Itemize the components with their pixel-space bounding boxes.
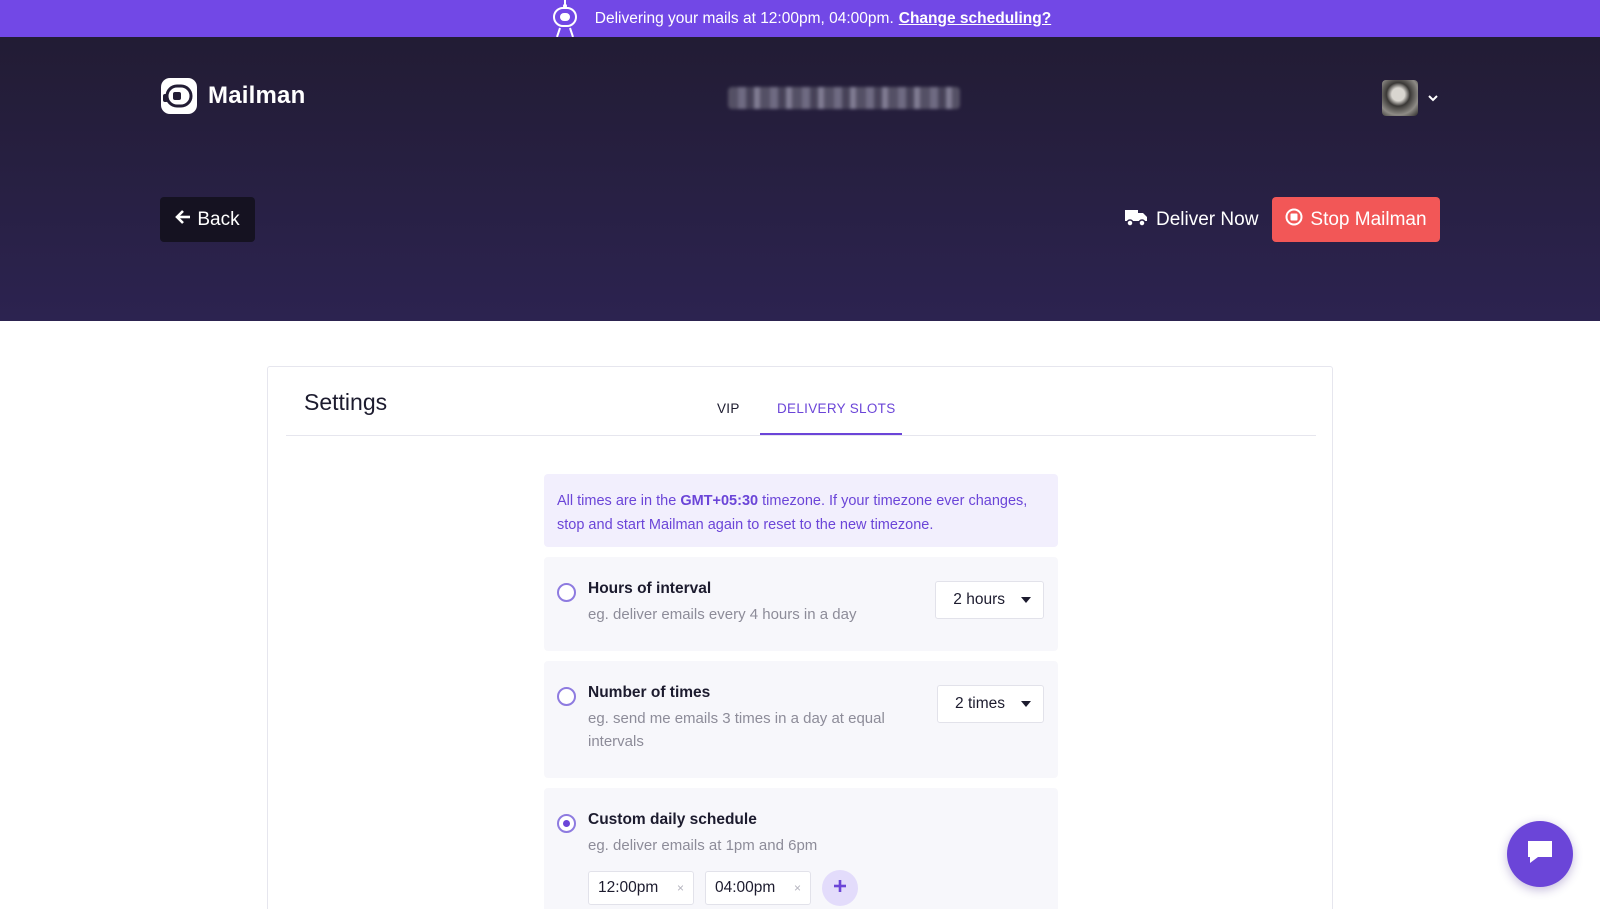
timezone-notice: All times are in the GMT+05:30 timezone.…: [544, 474, 1058, 547]
chat-icon: [1525, 838, 1555, 871]
change-scheduling-link[interactable]: Change scheduling?: [899, 10, 1051, 28]
option-title: Number of times: [588, 684, 711, 701]
chat-widget-button[interactable]: [1507, 821, 1573, 887]
settings-panel: Settings VIP DELIVERY SLOTS All times ar…: [267, 366, 1333, 909]
select-value: 2 times: [955, 695, 1005, 712]
back-label: Back: [197, 208, 240, 230]
hours-interval-select[interactable]: 2 hours: [935, 581, 1044, 619]
stop-icon: [1285, 208, 1303, 232]
option-title: Custom daily schedule: [588, 811, 757, 828]
app-name: Mailman: [208, 82, 306, 109]
remove-slot-icon[interactable]: ×: [794, 881, 801, 895]
hours-interval-radio[interactable]: [557, 583, 576, 602]
plus-icon: [832, 878, 848, 899]
stop-mailman-button[interactable]: Stop Mailman: [1272, 197, 1440, 242]
robot-icon: [549, 0, 581, 38]
number-of-times-radio[interactable]: [557, 687, 576, 706]
option-title: Hours of interval: [588, 580, 712, 597]
deliver-now-label: Deliver Now: [1156, 208, 1259, 230]
app-header: Mailman Back Deliver Now Stop Mailman: [0, 37, 1600, 321]
time-slot-chip[interactable]: 04:00pm ×: [705, 871, 811, 905]
mailman-logo-icon: [160, 77, 198, 115]
remove-slot-icon[interactable]: ×: [677, 881, 684, 895]
truck-icon: [1124, 207, 1148, 233]
timezone-value: GMT+05:30: [680, 493, 759, 509]
stop-mailman-label: Stop Mailman: [1310, 208, 1427, 230]
time-slot-chip[interactable]: 12:00pm ×: [588, 871, 694, 905]
time-slots: 12:00pm × 04:00pm ×: [588, 870, 858, 906]
option-description: eg. deliver emails every 4 hours in a da…: [588, 606, 857, 623]
redacted-email: [728, 87, 960, 109]
option-custom-daily-schedule[interactable]: Custom daily schedule eg. deliver emails…: [544, 788, 1058, 909]
arrow-left-icon: [175, 209, 191, 231]
caret-down-icon: [1021, 597, 1031, 603]
page-title: Settings: [304, 389, 388, 415]
tabs-divider: [286, 435, 1316, 436]
option-description: eg. deliver emails at 1pm and 6pm: [588, 837, 818, 854]
announcement-banner: Delivering your mails at 12:00pm, 04:00p…: [0, 0, 1600, 38]
select-value: 2 hours: [953, 591, 1005, 608]
app-logo[interactable]: Mailman: [160, 77, 305, 115]
tab-delivery-slots[interactable]: DELIVERY SLOTS: [777, 401, 896, 416]
custom-schedule-radio[interactable]: [557, 814, 576, 833]
chevron-down-icon: [1426, 91, 1440, 105]
add-slot-button[interactable]: [822, 870, 858, 906]
option-description: eg. send me emails 3 times in a day at e…: [588, 710, 885, 750]
back-button[interactable]: Back: [160, 197, 255, 242]
user-menu[interactable]: [1382, 80, 1440, 116]
option-hours-of-interval[interactable]: Hours of interval eg. deliver emails eve…: [544, 557, 1058, 651]
banner-text: Delivering your mails at 12:00pm, 04:00p…: [594, 9, 894, 27]
deliver-now-button[interactable]: Deliver Now: [1124, 197, 1258, 242]
option-number-of-times[interactable]: Number of times eg. send me emails 3 tim…: [544, 661, 1058, 778]
avatar: [1382, 80, 1418, 116]
number-of-times-select[interactable]: 2 times: [937, 685, 1044, 723]
caret-down-icon: [1021, 701, 1031, 707]
tab-vip[interactable]: VIP: [717, 401, 740, 416]
timezone-notice-prefix: All times are in the: [557, 493, 677, 509]
time-slot-value: 12:00pm: [598, 879, 659, 896]
time-slot-value: 04:00pm: [715, 879, 776, 896]
